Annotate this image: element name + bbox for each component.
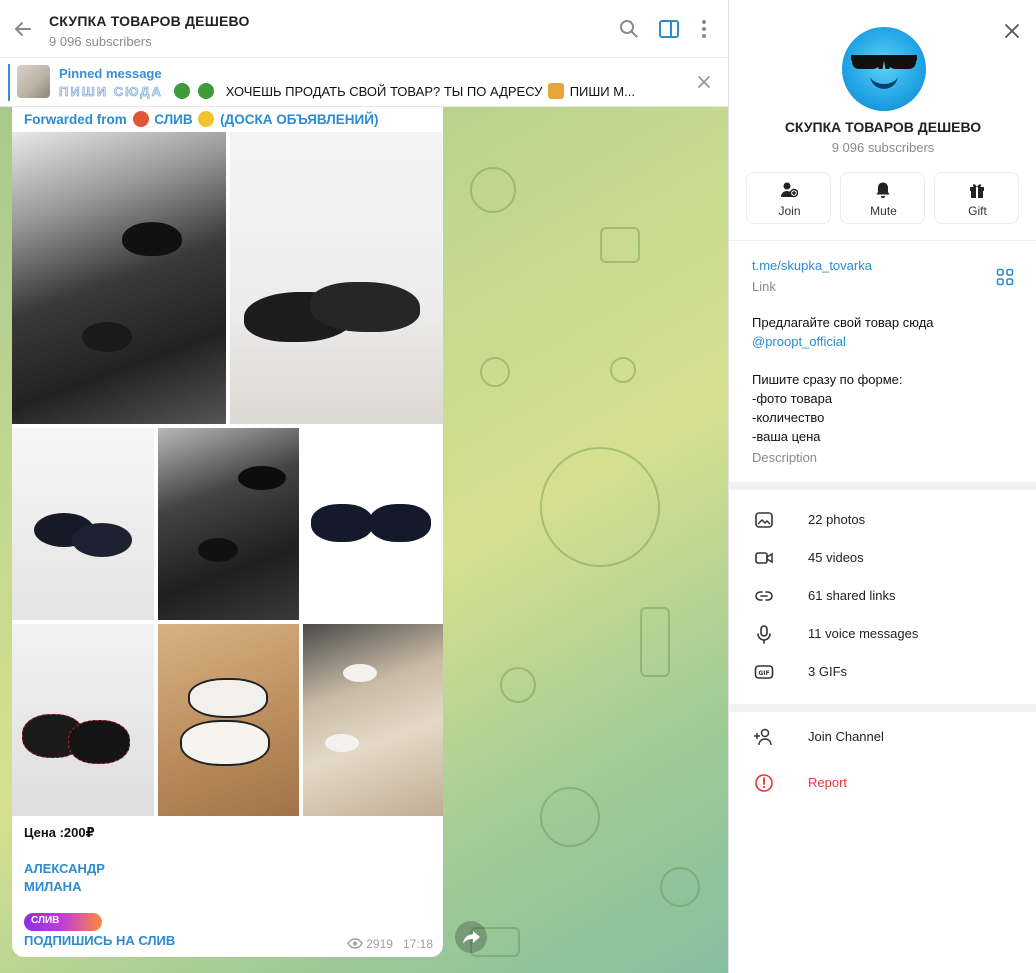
- bell-icon: [876, 182, 890, 198]
- photo-black-pillows[interactable]: [12, 428, 154, 620]
- video-icon: [755, 552, 773, 564]
- report-label: Report: [808, 775, 848, 790]
- photo-white-pillows-wood[interactable]: [158, 624, 299, 816]
- add-user-outline-icon: [754, 728, 772, 746]
- join-button[interactable]: Join: [746, 172, 831, 224]
- add-user-icon: [781, 182, 798, 198]
- name-link-1[interactable]: АЛЕКСАНДР: [24, 861, 105, 876]
- description-line: Пишите сразу по форме:: [752, 372, 903, 387]
- message-meta: 2919 17:18: [347, 937, 433, 951]
- wink-emoji-icon: [198, 111, 215, 127]
- channel-info-panel: СКУПКА ТОВАРОВ ДЕШЕВО 9 096 subscribers …: [728, 0, 1036, 973]
- sunglasses-right-lens: [888, 57, 916, 69]
- media-row-links[interactable]: 61 shared links: [729, 576, 1036, 614]
- media-row-label: 11 voice messages: [808, 626, 919, 641]
- pinned-label: Pinned message: [59, 66, 162, 81]
- avatar-smile: [870, 71, 898, 89]
- price-text: Цена :200₽: [24, 825, 95, 840]
- join-channel-label: Join Channel: [808, 729, 884, 744]
- media-row-voice[interactable]: 11 voice messages: [729, 614, 1036, 652]
- forwarded-source: СЛИВ: [154, 112, 193, 127]
- description-line: Предлагайте свой товар сюда: [752, 315, 934, 330]
- qr-code-icon[interactable]: [996, 268, 1014, 286]
- report-row[interactable]: Report: [729, 763, 1036, 801]
- message-time: 17:18: [402, 937, 433, 951]
- pinned-text: ПИШИ СЮДА ХОЧЕШЬ ПРОДАТЬ СВОЙ ТОВАР? ТЫ …: [59, 83, 635, 99]
- gift-button[interactable]: Gift: [934, 172, 1019, 224]
- money-emoji-icon: [198, 83, 215, 99]
- back-arrow-icon[interactable]: [10, 16, 36, 42]
- gift-button-label: Gift: [968, 204, 987, 218]
- panel-subscribers: 9 096 subscribers: [831, 140, 935, 155]
- share-arrow-icon: [463, 931, 480, 944]
- chat-subscribers: 9 096 subscribers: [49, 34, 152, 49]
- channel-avatar[interactable]: [842, 27, 926, 111]
- media-row-videos[interactable]: 45 videos: [729, 538, 1036, 576]
- chat-title[interactable]: СКУПКА ТОВАРОВ ДЕШЕВО: [49, 13, 250, 29]
- description-caption: Description: [752, 450, 818, 465]
- sliv-badge: СЛИВ: [24, 913, 102, 931]
- share-button[interactable]: [455, 921, 487, 953]
- sidebar-toggle-icon[interactable]: [658, 18, 680, 40]
- report-icon: [755, 774, 773, 792]
- description-line: -количество: [752, 410, 825, 425]
- media-row-label: 22 photos: [808, 512, 866, 527]
- media-row-label: 45 videos: [808, 550, 864, 565]
- subscribe-link[interactable]: ПОДПИШИСЬ НА СЛИВ: [24, 933, 175, 948]
- sunglasses-left-lens: [852, 57, 880, 69]
- photo-beige-car-interior[interactable]: [303, 624, 443, 816]
- link-icon: [755, 591, 773, 601]
- media-row-gifs[interactable]: GIF 3 GIFs: [729, 652, 1036, 690]
- photo-navy-pillows[interactable]: [303, 428, 443, 620]
- photo-red-stitch-pillows[interactable]: [12, 624, 154, 816]
- money-emoji-icon: [174, 83, 191, 99]
- forwarded-from[interactable]: Forwarded from СЛИВ (ДОСКА ОБЪЯВЛЕНИЙ): [24, 111, 378, 127]
- views-count: 2919: [366, 937, 393, 951]
- gift-icon: [970, 184, 984, 198]
- eye-icon: [347, 938, 363, 949]
- pinned-accent-bar: [8, 64, 10, 101]
- forwarded-prefix: Forwarded from: [24, 112, 127, 127]
- more-menu-icon[interactable]: [693, 18, 715, 40]
- panel-actions-section: Join Channel Report: [729, 712, 1036, 973]
- panel-media-section: 22 photos 45 videos 61 shared links 11 v…: [729, 490, 1036, 704]
- photo-icon: [755, 512, 773, 528]
- name-link-2[interactable]: МИЛАНА: [24, 879, 81, 894]
- chat-header: СКУПКА ТОВАРОВ ДЕШЕВО 9 096 subscribers: [0, 0, 728, 58]
- mute-button[interactable]: Mute: [840, 172, 925, 224]
- join-button-label: Join: [778, 204, 801, 218]
- panel-channel-title: СКУПКА ТОВАРОВ ДЕШЕВО: [784, 119, 982, 135]
- construction-emoji-icon: [548, 83, 565, 99]
- svg-text:GIF: GIF: [758, 670, 769, 677]
- photo-pillows-white-bg[interactable]: [230, 132, 443, 424]
- gif-icon: GIF: [754, 665, 774, 679]
- mute-button-label: Mute: [870, 204, 897, 218]
- description-line: -ваша цена: [752, 429, 821, 444]
- panel-info-section: [729, 240, 1036, 482]
- channel-avatar-icon: [132, 111, 149, 127]
- photo-car-seat-2[interactable]: [158, 428, 299, 620]
- close-panel-icon[interactable]: [1003, 22, 1021, 40]
- panel-profile-section: СКУПКА ТОВАРОВ ДЕШЕВО 9 096 subscribers …: [729, 0, 1036, 240]
- close-pinned-icon[interactable]: [697, 75, 711, 89]
- pinned-text-end: ПИШИ М...: [569, 84, 635, 99]
- description-line: -фото товара: [752, 391, 833, 406]
- pinned-message-bar[interactable]: Pinned message ПИШИ СЮДА ХОЧЕШЬ ПРОДАТЬ …: [0, 58, 728, 107]
- join-channel-row[interactable]: Join Channel: [729, 717, 1036, 755]
- photo-car-seat-1[interactable]: [12, 132, 226, 424]
- forwarded-source-suffix: (ДОСКА ОБЪЯВЛЕНИЙ): [220, 112, 379, 127]
- channel-link[interactable]: t.me/skupka_tovarka: [752, 258, 872, 273]
- link-caption: Link: [752, 279, 776, 294]
- pinned-thumbnail: [17, 65, 50, 98]
- pinned-big-text: ПИШИ СЮДА: [59, 84, 163, 100]
- media-row-photos[interactable]: 22 photos: [729, 500, 1036, 538]
- search-icon[interactable]: [618, 18, 640, 40]
- message-bubble: Forwarded from СЛИВ (ДОСКА ОБЪЯВЛЕНИЙ) Ц…: [12, 107, 443, 957]
- microphone-icon: [757, 625, 771, 644]
- chat-area: СКУПКА ТОВАРОВ ДЕШЕВО 9 096 subscribers …: [0, 0, 728, 973]
- media-row-label: 61 shared links: [808, 588, 896, 603]
- pinned-main-text: ХОЧЕШЬ ПРОДАТЬ СВОЙ ТОВАР? ТЫ ПО АДРЕСУ: [225, 84, 543, 99]
- description-mention-link[interactable]: @proopt_official: [752, 334, 846, 349]
- media-row-label: 3 GIFs: [808, 664, 848, 679]
